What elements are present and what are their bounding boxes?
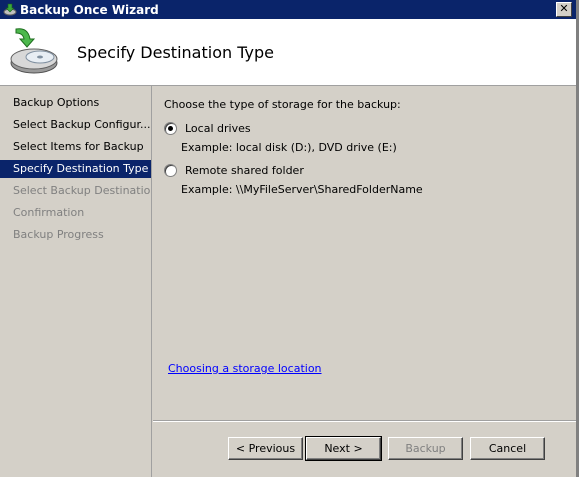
sidebar-item-backup-options[interactable]: Backup Options xyxy=(0,94,151,112)
wizard-header: Specify Destination Type xyxy=(0,19,576,86)
local-drives-example: Example: local disk (D:), DVD drive (E:) xyxy=(181,141,397,154)
storage-location-help-link[interactable]: Choosing a storage location xyxy=(168,362,322,375)
page-title: Specify Destination Type xyxy=(77,43,274,62)
backup-disk-icon xyxy=(8,25,60,77)
window-title: Backup Once Wizard xyxy=(20,2,159,17)
backup-button: Backup xyxy=(388,437,463,460)
remote-shared-folder-label[interactable]: Remote shared folder xyxy=(185,164,304,177)
remote-shared-folder-radio[interactable] xyxy=(164,164,177,177)
remote-shared-folder-option[interactable]: Remote shared folder xyxy=(164,164,304,177)
sidebar-item-specify-destination-type[interactable]: Specify Destination Type xyxy=(0,160,151,178)
local-drives-label[interactable]: Local drives xyxy=(185,122,251,135)
sidebar-item-select-backup-destination: Select Backup Destination xyxy=(13,184,151,197)
title-bar: Backup Once Wizard ✕ xyxy=(0,0,576,19)
sidebar-divider xyxy=(151,86,152,477)
wizard-window: Backup Once Wizard ✕ Specify Destination… xyxy=(0,0,579,477)
footer-divider xyxy=(153,420,576,422)
previous-button[interactable]: < Previous xyxy=(228,437,303,460)
storage-type-prompt: Choose the type of storage for the backu… xyxy=(164,98,401,111)
next-button[interactable]: Next > xyxy=(305,436,382,461)
remote-shared-folder-example: Example: \\MyFileServer\SharedFolderName xyxy=(181,183,423,196)
sidebar-item-select-backup-configuration[interactable]: Select Backup Configur... xyxy=(0,116,151,134)
local-drives-radio[interactable] xyxy=(164,122,177,135)
local-drives-option[interactable]: Local drives xyxy=(164,122,251,135)
sidebar-item-backup-progress: Backup Progress xyxy=(13,228,104,241)
backup-app-icon xyxy=(3,3,17,17)
close-icon: ✕ xyxy=(559,2,569,15)
wizard-content: Choose the type of storage for the backu… xyxy=(153,86,576,419)
sidebar-item-select-items-for-backup[interactable]: Select Items for Backup xyxy=(0,138,151,156)
close-button[interactable]: ✕ xyxy=(556,2,572,17)
cancel-button[interactable]: Cancel xyxy=(470,437,545,460)
wizard-steps-sidebar: Backup Options Select Backup Configur...… xyxy=(0,86,152,477)
sidebar-item-confirmation: Confirmation xyxy=(13,206,85,219)
